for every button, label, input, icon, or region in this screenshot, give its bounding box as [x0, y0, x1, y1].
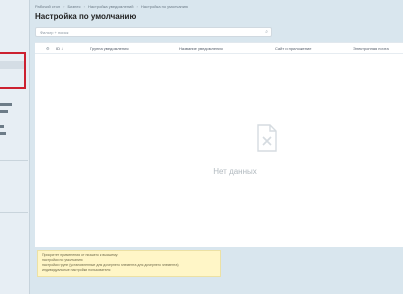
empty-state-text: Нет данных [213, 167, 257, 176]
priority-notice: Приоритет применения от низшего к высшем… [37, 250, 221, 277]
search-bar[interactable]: ⌕ [35, 27, 272, 37]
grid-header: ⚙ ID ↓ Группа уведомления Название уведо… [35, 43, 403, 54]
search-icon[interactable]: ⌕ [265, 29, 268, 35]
sidebar-item[interactable] [0, 125, 4, 128]
breadcrumb-separator-icon: › [136, 4, 138, 9]
breadcrumb-item[interactable]: Рабочий стол [35, 4, 60, 9]
sidebar-item[interactable] [0, 132, 6, 135]
notice-line: индивидуальные настройки пользователя [42, 268, 111, 272]
sidebar-item[interactable] [0, 110, 8, 113]
breadcrumb-item[interactable]: Настройка уведомлений [88, 4, 134, 9]
empty-document-icon [257, 124, 277, 152]
column-header-site[interactable]: Сайт и приложение [275, 46, 311, 51]
column-settings-icon[interactable]: ⚙ [46, 46, 50, 51]
favorite-star-icon[interactable]: ☆ [120, 12, 126, 20]
sidebar-divider [0, 212, 28, 213]
breadcrumb-item[interactable]: Бизнес [67, 4, 80, 9]
column-header-name[interactable]: Название уведомления [179, 46, 223, 51]
data-grid: ⚙ ID ↓ Группа уведомления Название уведо… [35, 42, 403, 247]
sidebar-item[interactable] [0, 103, 12, 106]
column-header-email[interactable]: Электронная почта [353, 46, 389, 51]
breadcrumb: Рабочий стол › Бизнес › Настройка уведом… [35, 3, 188, 10]
sidebar-highlight-box [0, 52, 26, 89]
search-input[interactable] [40, 29, 250, 36]
column-header-id[interactable]: ID ↓ [56, 46, 63, 51]
breadcrumb-separator-icon: › [63, 4, 65, 9]
column-header-group[interactable]: Группа уведомления [90, 46, 128, 51]
left-sidebar [0, 0, 30, 294]
sidebar-divider [0, 160, 28, 161]
breadcrumb-item[interactable]: Настройка по умолчанию [141, 4, 188, 9]
breadcrumb-separator-icon: › [83, 4, 85, 9]
